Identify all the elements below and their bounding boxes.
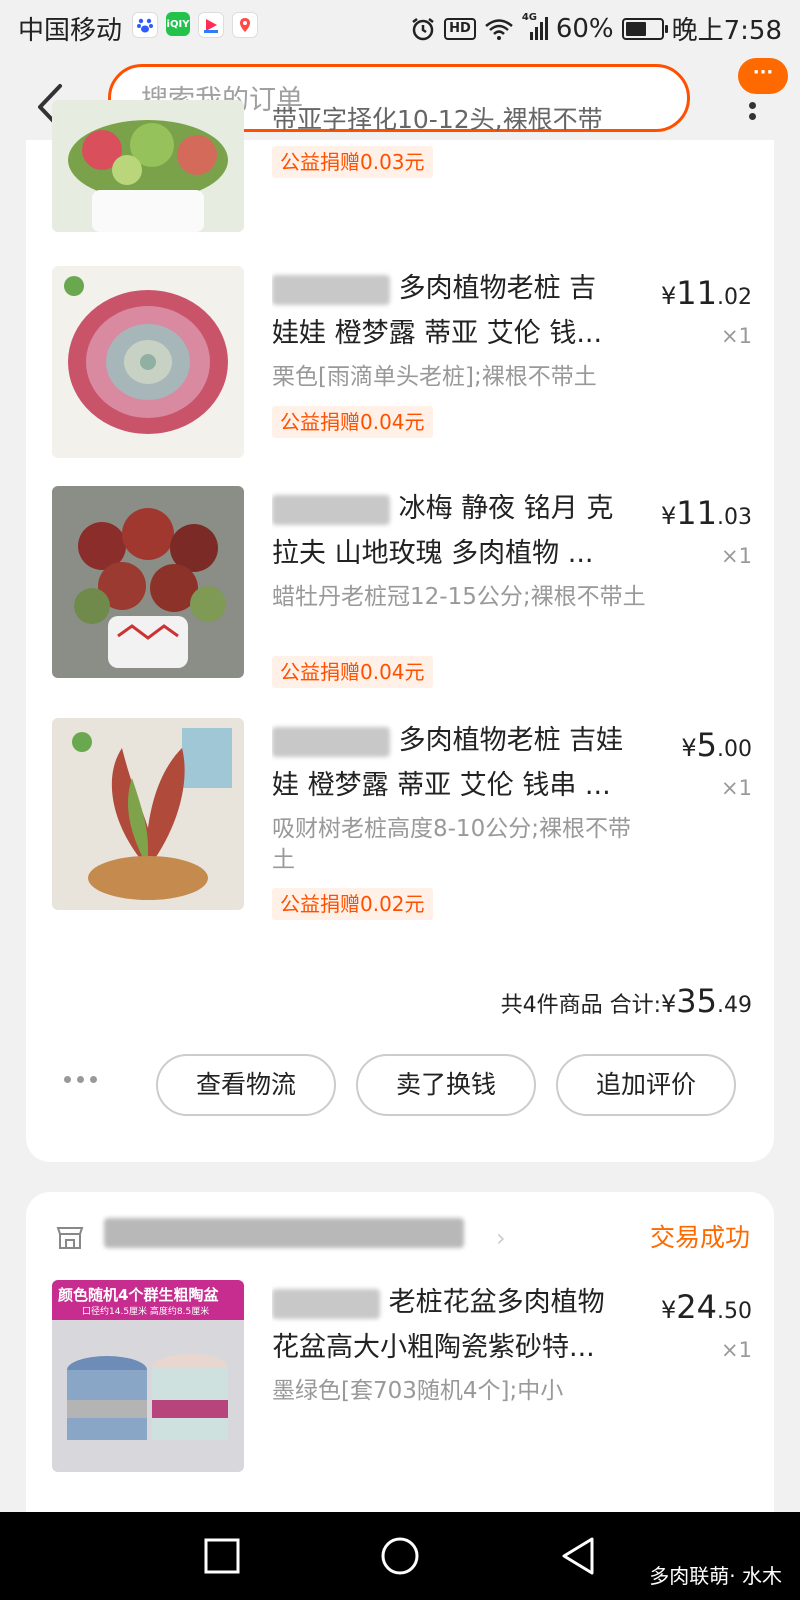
blurred-text xyxy=(272,1288,380,1319)
blurred-text xyxy=(272,494,390,525)
clock: 晚上7:58 xyxy=(671,16,782,46)
order-card: › 交易成功 颜色随机4个群生粗陶盆 口径约14.5厘米 高度约8.5厘米 老桩… xyxy=(26,1192,774,1532)
price-decimal: .03 xyxy=(717,505,752,530)
product-sku: 蜡牡丹老桩冠12-15公分;裸根不带土 xyxy=(272,584,646,610)
price-integer: 11 xyxy=(676,494,717,532)
thumbnail-caption: 颜色随机4个群生粗陶盆 xyxy=(58,1286,219,1304)
map-app-icon xyxy=(232,12,258,38)
product-quantity: ×1 xyxy=(721,776,752,800)
total-integer: 35 xyxy=(676,982,717,1020)
currency-symbol: ¥ xyxy=(661,990,677,1018)
more-actions-icon[interactable] xyxy=(64,1076,104,1086)
product-price: ¥24.50 xyxy=(661,1288,752,1326)
product-thumbnail[interactable] xyxy=(52,266,244,458)
product-title[interactable]: 老桩花盆多肉植物 花盆高大小粗陶瓷紫砂特... xyxy=(272,1280,626,1370)
product-sku: 吸财树老桩高度8-10公分;裸根不带土 xyxy=(272,816,631,873)
product-quantity: ×1 xyxy=(721,544,752,568)
product-title-line2: 花盆高大小粗陶瓷紫砂特... xyxy=(272,1332,595,1363)
alarm-icon xyxy=(412,17,434,40)
add-review-button[interactable]: 追加评价 xyxy=(556,1054,736,1116)
product-quantity: ×1 xyxy=(721,1338,752,1362)
product-title-line2: 娃 橙梦露 蒂亚 艾伦 钱串 ... xyxy=(272,770,611,801)
battery-percent: 60% xyxy=(555,13,614,44)
system-nav-bar: 多肉联萌· 水木 xyxy=(0,1512,800,1600)
product-title-line1: 冰梅 静夜 铭月 克 xyxy=(398,493,614,524)
product-thumbnail[interactable]: 颜色随机4个群生粗陶盆 口径约14.5厘米 高度约8.5厘米 xyxy=(52,1280,244,1472)
thumbnail-subcaption: 口径约14.5厘米 高度约8.5厘米 xyxy=(82,1307,210,1317)
shop-icon xyxy=(56,1227,84,1249)
product-sku: 墨绿色[套703随机4个];中小 xyxy=(272,1378,564,1404)
blurred-text xyxy=(104,1218,464,1248)
product-title-line2: 拉夫 山地玫瑰 多肉植物 ... xyxy=(272,538,594,569)
price-integer: 11 xyxy=(676,274,717,312)
price-decimal: .00 xyxy=(717,737,752,762)
total-label: 合计: xyxy=(609,993,661,1018)
product-thumbnail[interactable] xyxy=(52,718,244,910)
product-title[interactable]: 冰梅 静夜 铭月 克 拉夫 山地玫瑰 多肉植物 ... xyxy=(272,486,626,576)
donation-tag: 公益捐赠0.03元 xyxy=(272,146,433,178)
product-price: ¥11.02 xyxy=(661,274,752,312)
order-summary: 共4件商品 合计:¥35.49 xyxy=(501,982,752,1020)
product-title-line2: 娃娃 橙梦露 蒂亚 艾伦 钱... xyxy=(272,318,603,349)
donation-tag: 公益捐赠0.02元 xyxy=(272,888,433,920)
video-app-icon xyxy=(198,12,224,38)
iqiyi-icon: iQIY xyxy=(166,12,190,36)
message-badge[interactable]: ··· xyxy=(738,58,788,94)
signal-icon: 4G xyxy=(522,12,548,42)
product-title-line1: 多肉植物老桩 吉 xyxy=(398,273,597,304)
currency-symbol: ¥ xyxy=(661,502,677,530)
donation-tag: 公益捐赠0.04元 xyxy=(272,406,433,438)
price-decimal: .02 xyxy=(717,285,752,310)
status-right-group: HD 4G 60% 晚上7:58 xyxy=(410,10,782,47)
product-title-line1: 多肉植物老桩 吉娃 xyxy=(398,725,624,756)
view-logistics-button[interactable]: 查看物流 xyxy=(156,1054,336,1116)
baidu-icon xyxy=(132,12,158,38)
battery-icon xyxy=(621,17,668,40)
carrier-label: 中国移动 xyxy=(18,16,123,46)
shop-name[interactable] xyxy=(104,1218,484,1254)
product-price: ¥11.03 xyxy=(661,494,752,532)
currency-symbol: ¥ xyxy=(661,282,677,310)
hd-badge: HD xyxy=(444,17,476,40)
order-status: 交易成功 xyxy=(649,1223,750,1252)
back-nav-icon[interactable] xyxy=(556,1534,600,1578)
watermark-text: 多肉联萌· 水木 xyxy=(649,1564,782,1588)
product-sku: 栗色[雨滴单头老桩];裸根不带土 xyxy=(272,364,597,390)
product-thumbnail[interactable] xyxy=(52,486,244,678)
resell-button[interactable]: 卖了换钱 xyxy=(356,1054,536,1116)
status-bar: 中国移动 iQIY HD 4G 60% 晚上7:58 xyxy=(0,0,800,56)
chevron-right-icon[interactable]: › xyxy=(496,1224,506,1252)
wifi-icon xyxy=(485,18,513,40)
price-integer: 24 xyxy=(676,1288,717,1326)
more-menu-icon[interactable] xyxy=(746,98,758,138)
total-decimal: .49 xyxy=(717,993,752,1018)
item-count: 共4件商品 xyxy=(500,993,603,1018)
currency-symbol: ¥ xyxy=(681,734,697,762)
order-card: 带亚字择化10-12头,裸根不带土 公益捐赠0.03元 多肉植物老桩 吉 娃娃 … xyxy=(26,100,774,1162)
home-icon[interactable] xyxy=(378,1534,422,1578)
donation-tag: 公益捐赠0.04元 xyxy=(272,656,433,688)
product-title[interactable]: 带亚字择化10-12头,裸根不带土 xyxy=(272,100,626,142)
currency-symbol: ¥ xyxy=(661,1296,677,1324)
product-title[interactable]: 多肉植物老桩 吉娃 娃 橙梦露 蒂亚 艾伦 钱串 ... xyxy=(272,718,626,808)
price-integer: 5 xyxy=(696,726,717,764)
recent-apps-icon[interactable] xyxy=(200,1534,244,1578)
blurred-text xyxy=(272,726,390,757)
blurred-text xyxy=(272,274,390,305)
product-price: ¥5.00 xyxy=(681,726,752,764)
status-app-icons: iQIY xyxy=(132,12,258,38)
product-title[interactable]: 多肉植物老桩 吉 娃娃 橙梦露 蒂亚 艾伦 钱... xyxy=(272,266,626,356)
price-decimal: .50 xyxy=(717,1299,752,1324)
product-thumbnail[interactable] xyxy=(52,100,244,232)
product-title-line1: 老桩花盆多肉植物 xyxy=(388,1287,605,1318)
product-quantity: ×1 xyxy=(721,324,752,348)
